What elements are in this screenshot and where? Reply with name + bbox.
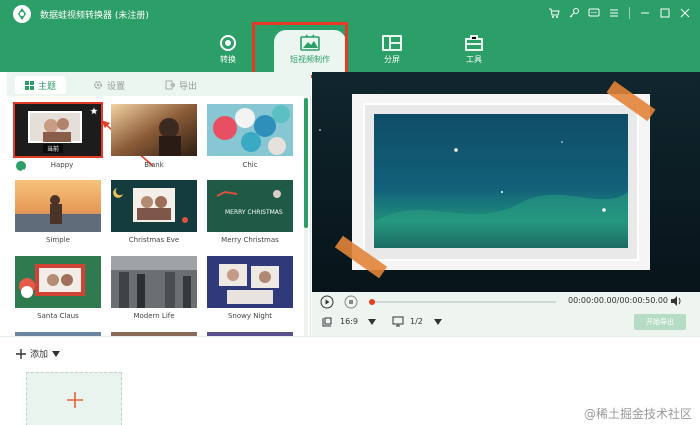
template-label-santa-claus: Santa Claus: [37, 312, 79, 320]
add-media-placeholder[interactable]: [26, 372, 122, 425]
tab-toolbox-label: 工具: [466, 55, 482, 64]
template-snowy-night-preview: [207, 256, 293, 308]
scrollbar-thumb[interactable]: [304, 98, 308, 228]
video-preview: [312, 72, 700, 292]
tab-convert-label: 转换: [220, 55, 236, 64]
merry-christmas-text: MERRY CHRISTMAS: [225, 209, 283, 216]
template-label-simple: Simple: [46, 236, 70, 244]
cart-icon[interactable]: [547, 6, 561, 20]
gear-icon: [93, 80, 103, 90]
chevron-down-icon[interactable]: [434, 319, 442, 325]
plus-icon: [16, 348, 26, 359]
template-thumb-merry-christmas[interactable]: MERRY CHRISTMAS: [207, 180, 293, 232]
grid-icon: [25, 80, 34, 90]
add-button[interactable]: 添加: [16, 347, 61, 360]
template-thumb-snowy-night[interactable]: [207, 256, 293, 308]
chevron-down-icon[interactable]: [368, 319, 376, 325]
panel-subtabs: 主题 设置 导出: [7, 72, 311, 96]
split-screen-icon: [382, 35, 402, 51]
tab-split-screen[interactable]: 分屏: [356, 30, 428, 70]
tab-toolbox[interactable]: 工具: [438, 30, 510, 70]
preview-canvas: [312, 72, 700, 292]
template-panel: 主题 设置 导出 当前 Happy Blank Chic Simple Chri…: [7, 72, 311, 336]
template-thumb-christmas-eve[interactable]: [111, 180, 197, 232]
template-santa-claus-preview: [15, 256, 101, 308]
window-separator: [629, 7, 630, 19]
template-blank-preview: [111, 104, 197, 156]
subtab-theme[interactable]: 主题: [15, 76, 67, 94]
split-value[interactable]: 1/2: [410, 317, 423, 326]
template-thumb-modern-life[interactable]: [111, 256, 197, 308]
template-merry-christmas-preview: MERRY CHRISTMAS: [207, 180, 293, 232]
feedback-icon[interactable]: [587, 6, 601, 20]
subtab-export-label: 导出: [179, 81, 198, 92]
maximize-icon[interactable]: [658, 6, 672, 20]
toolbox-icon: [465, 35, 483, 51]
menu-icon[interactable]: [607, 6, 621, 20]
template-modern-life-preview: [111, 256, 197, 308]
template-simple-preview: [15, 180, 101, 232]
template-chic-preview: [207, 104, 293, 156]
key-icon[interactable]: [567, 6, 581, 20]
minimize-icon[interactable]: [638, 6, 652, 20]
volume-icon[interactable]: [670, 295, 682, 307]
plus-icon: [67, 392, 83, 408]
time-display: 00:00:00.00/00:00:50.00: [568, 296, 668, 305]
window-controls: [547, 6, 692, 20]
add-label: 添加: [30, 350, 49, 360]
subtab-theme-label: 主题: [38, 81, 57, 92]
template-label-snowy-night: Snowy Night: [227, 312, 273, 320]
title-bar: 数据蛙视频转换器 (未注册): [0, 0, 700, 28]
media-bin: 添加 @稀土掘金技术社区: [0, 336, 700, 425]
template-thumb-happy[interactable]: 当前: [13, 102, 103, 158]
template-thumb-chic[interactable]: [207, 104, 293, 156]
subtab-settings[interactable]: 设置: [93, 76, 125, 94]
close-icon[interactable]: [678, 6, 692, 20]
export-button[interactable]: 开始导出: [634, 314, 686, 330]
favorite-star-icon[interactable]: [89, 106, 99, 116]
subtab-export[interactable]: 导出: [165, 76, 197, 94]
subtab-settings-label: 设置: [107, 81, 126, 92]
watermark-text: @稀土掘金技术社区: [583, 407, 692, 421]
template-label-happy: Happy: [50, 161, 74, 169]
app-logo-icon: [13, 5, 31, 23]
player-controls: 00:00:00.00/00:00:50.00 16:9 1/2 开始导出: [312, 292, 700, 336]
play-icon[interactable]: [320, 295, 334, 309]
progress-handle[interactable]: [369, 299, 375, 305]
aspect-ratio-value[interactable]: 16:9: [340, 317, 358, 326]
template-thumb-santa-claus[interactable]: [15, 256, 101, 308]
template-label-blank: Blank: [144, 161, 164, 169]
monitor-icon: [392, 316, 404, 327]
progress-track[interactable]: [370, 301, 556, 303]
main-nav: 转换 短视频制作 分屏 工具: [0, 28, 700, 72]
aspect-ratio-icon: [322, 317, 332, 327]
template-label-chic: Chic: [242, 161, 258, 169]
template-christmas-eve-preview: [111, 180, 197, 232]
annotation-highlight-box: [252, 22, 348, 78]
template-label-christmas-eve: Christmas Eve: [128, 236, 180, 244]
export-icon: [165, 80, 175, 90]
chevron-down-icon[interactable]: [52, 350, 61, 357]
template-thumb-blank[interactable]: [111, 104, 197, 156]
stop-icon[interactable]: [344, 295, 358, 309]
convert-icon: [220, 35, 236, 51]
template-label-modern-life: Modern Life: [133, 312, 175, 320]
tab-split-screen-label: 分屏: [384, 55, 400, 64]
template-thumb-simple[interactable]: [15, 180, 101, 232]
current-badge: 当前: [43, 144, 64, 153]
template-label-merry-christmas: Merry Christmas: [221, 236, 279, 244]
app-title: 数据蛙视频转换器 (未注册): [40, 11, 149, 21]
